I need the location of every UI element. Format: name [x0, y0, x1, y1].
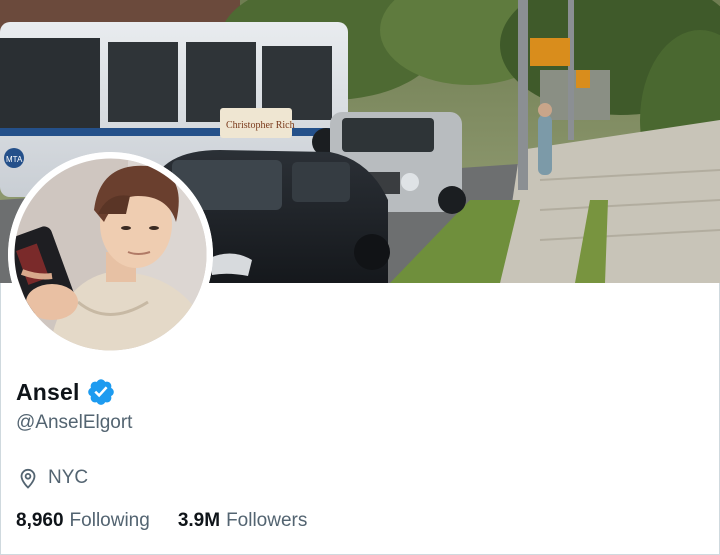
following-link[interactable]: 8,960 Following — [16, 510, 150, 532]
display-name: Ansel — [16, 378, 80, 405]
followers-label: Followers — [226, 510, 308, 531]
bus-logo-text: MTA — [6, 155, 23, 164]
location-pin-icon — [20, 468, 36, 489]
following-count: 8,960 — [16, 510, 64, 531]
location-text: NYC — [48, 467, 89, 488]
followers-link[interactable]: 3.9M Followers — [178, 510, 308, 532]
verified-badge-icon[interactable] — [86, 377, 116, 407]
avatar-photo — [8, 152, 213, 357]
following-label: Following — [69, 510, 150, 531]
location-row: NYC — [16, 466, 88, 490]
display-name-row: Ansel — [16, 374, 116, 410]
followers-count: 3.9M — [177, 510, 221, 531]
profile-avatar[interactable] — [8, 152, 213, 357]
bus-ad-text: Christopher Rich — [226, 120, 295, 131]
follow-stats: 8,960 Following 3.9M Followers — [16, 510, 307, 532]
user-handle: @AnselElgort — [16, 412, 133, 433]
